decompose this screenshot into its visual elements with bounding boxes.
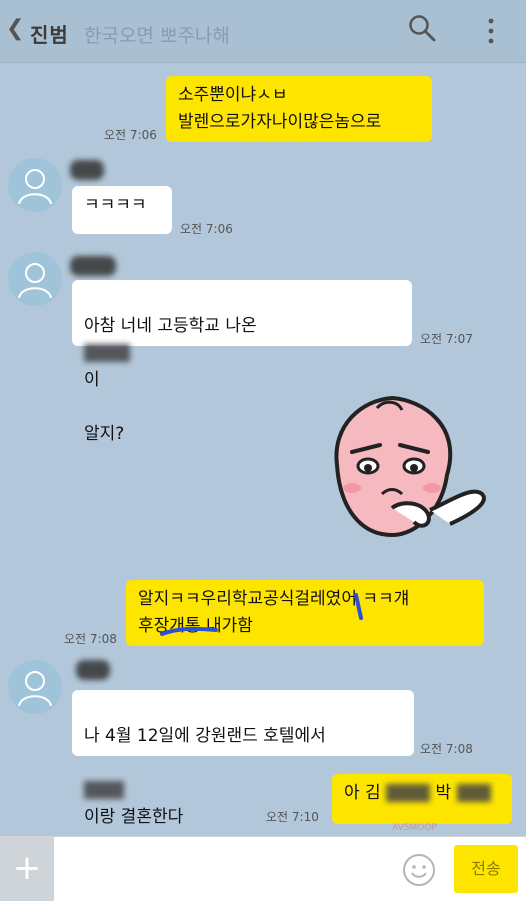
room-subtitle: 한국오면 뽀주나해 — [84, 25, 230, 47]
emoticon-icon[interactable] — [402, 853, 436, 887]
search-icon[interactable] — [408, 14, 436, 42]
message-time: 오전 7:07 — [420, 332, 473, 346]
more-vertical-icon[interactable] — [484, 16, 498, 46]
default-profile-icon — [18, 169, 52, 205]
chat-header: ❮ 진범 한국오면 뽀주나해 — [0, 0, 526, 63]
input-bar: + 전송 — [0, 836, 526, 901]
room-title: 진범 — [30, 23, 69, 47]
pen-annotation-stroke — [160, 626, 218, 636]
message-text: 아 김 — [344, 783, 381, 803]
avatar[interactable] — [8, 158, 62, 212]
my-message-bubble: 소주뿐이냐ㅅㅂ 발렌으로가자나이많은놈으로 — [166, 76, 432, 142]
message-text: 나 4월 12일에 강원랜드 호텔에서 — [84, 726, 326, 746]
redacted-name — [386, 784, 431, 802]
other-message-bubble: 아참 너네 고등학교 나온 이 알지? — [72, 280, 412, 444]
redacted-name — [84, 781, 124, 799]
message-time: 오전 7:08 — [64, 632, 117, 646]
sender-name-redacted — [76, 660, 110, 680]
attach-plus-button[interactable]: + — [0, 837, 54, 901]
other-message-bubble: 나 4월 12일에 강원랜드 호텔에서 이랑 결혼한다 — [72, 690, 414, 827]
avatar[interactable] — [8, 660, 62, 714]
message-time: 오전 7:08 — [420, 742, 473, 756]
message-text: 박 — [435, 783, 452, 803]
message-text: 알지? — [84, 424, 125, 444]
pen-annotation-stroke — [354, 593, 363, 620]
sender-name-redacted — [70, 160, 104, 180]
default-profile-icon — [18, 263, 52, 299]
my-message-bubble: 아 김 박 — [332, 774, 512, 824]
message-time: 오전 7:10 — [266, 810, 319, 824]
peach-sticker[interactable] — [322, 390, 492, 550]
back-chevron-icon[interactable]: ❮ — [6, 16, 24, 41]
sender-name-redacted — [70, 256, 116, 276]
avatar[interactable] — [8, 252, 62, 306]
default-profile-icon — [18, 671, 52, 707]
message-text: 아참 너네 고등학교 나온 — [84, 316, 257, 336]
send-button[interactable]: 전송 — [454, 845, 518, 893]
message-text: 이 — [84, 370, 100, 390]
other-message-bubble: ㅋㅋㅋㅋ — [72, 186, 172, 234]
message-time: 오전 7:06 — [104, 128, 157, 142]
message-input[interactable] — [58, 841, 402, 899]
redacted-name — [84, 344, 130, 362]
message-text: 이랑 결혼한다 — [84, 807, 184, 827]
watermark: AVSMOOP — [392, 823, 437, 833]
message-time: 오전 7:06 — [180, 222, 233, 236]
redacted-name — [456, 784, 491, 802]
